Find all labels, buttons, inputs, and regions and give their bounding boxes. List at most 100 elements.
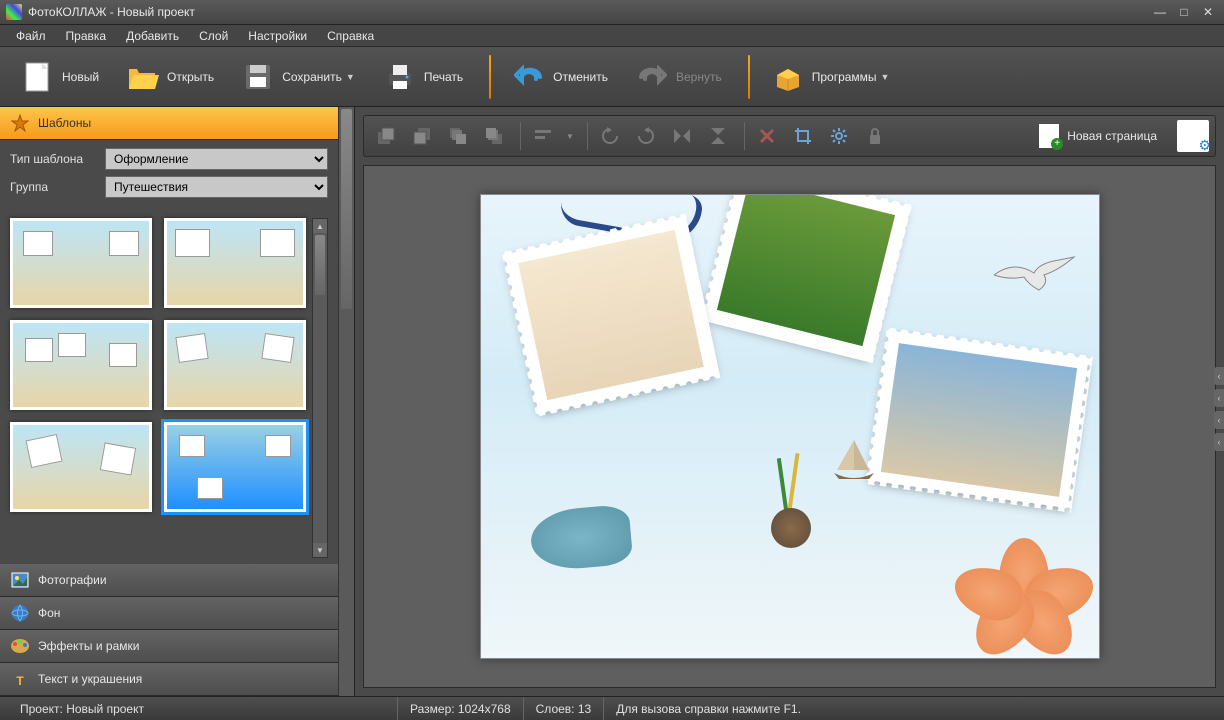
menu-layer[interactable]: Слой [191, 27, 236, 45]
template-scrollbar[interactable]: ▲ ▼ [312, 218, 328, 558]
canvas-toolbar: ▼ Новая страница [363, 115, 1216, 157]
right-side-tabs: ‹ ‹ ‹ ‹ [1214, 367, 1224, 455]
fish-clipart[interactable] [528, 504, 633, 572]
undo-button[interactable]: Отменить [501, 53, 620, 101]
menu-help[interactable]: Справка [319, 27, 382, 45]
send-back-icon[interactable] [406, 120, 438, 152]
template-thumb-selected[interactable] [164, 422, 306, 512]
coconut-clipart[interactable] [771, 508, 811, 548]
accordion-photos[interactable]: Фотографии [0, 564, 338, 597]
menu-settings[interactable]: Настройки [240, 27, 315, 45]
close-button[interactable]: ✕ [1198, 4, 1218, 20]
separator [587, 122, 588, 150]
redo-label: Вернуть [676, 70, 722, 84]
accordion-templates[interactable]: Шаблоны [0, 107, 338, 140]
rotate-right-icon[interactable] [630, 120, 662, 152]
folder-open-icon [127, 61, 159, 93]
print-icon [384, 61, 416, 93]
toolbar-separator [748, 55, 750, 99]
side-tab[interactable]: ‹ [1214, 389, 1224, 407]
photo-frame[interactable] [869, 332, 1088, 508]
menu-add[interactable]: Добавить [118, 27, 187, 45]
templates-label: Шаблоны [38, 116, 91, 130]
flip-horizontal-icon[interactable] [666, 120, 698, 152]
align-dropdown-icon[interactable]: ▼ [563, 120, 577, 152]
template-type-select[interactable]: Оформление [105, 148, 328, 170]
scrollbar-thumb[interactable] [315, 235, 325, 295]
new-page-button[interactable]: Новая страница [1029, 120, 1167, 152]
rotate-left-icon[interactable] [594, 120, 626, 152]
menubar: Файл Правка Добавить Слой Настройки Спра… [0, 25, 1224, 47]
template-thumb[interactable] [164, 320, 306, 410]
window-title: ФотоКОЛЛАЖ - Новый проект [28, 5, 1146, 19]
open-button[interactable]: Открыть [115, 53, 226, 101]
programs-dropdown-icon[interactable]: ▼ [881, 72, 891, 82]
star-icon [10, 113, 30, 133]
maximize-button[interactable]: □ [1174, 4, 1194, 20]
text-icon: T [10, 669, 30, 689]
flower-clipart[interactable] [959, 538, 1089, 648]
programs-button[interactable]: Программы ▼ [760, 53, 903, 101]
template-controls: Тип шаблона Оформление Группа Путешестви… [0, 140, 338, 212]
statusbar: Проект: Новый проект Размер: 1024x768 Сл… [0, 696, 1224, 720]
new-page-label: Новая страница [1067, 129, 1157, 143]
scrollbar-thumb[interactable] [341, 109, 352, 309]
side-tab[interactable]: ‹ [1214, 433, 1224, 451]
main-toolbar: Новый Открыть Сохранить ▼ Печать Отменит… [0, 47, 1224, 107]
panel-scrollbar[interactable] [338, 107, 354, 696]
canvas-viewport[interactable] [363, 165, 1216, 688]
delete-icon[interactable] [751, 120, 783, 152]
bring-front-icon[interactable] [370, 120, 402, 152]
photo-frame[interactable] [506, 218, 715, 412]
template-thumb[interactable] [10, 218, 152, 308]
scroll-down-icon[interactable]: ▼ [313, 543, 327, 557]
photos-icon [10, 570, 30, 590]
separator [744, 122, 745, 150]
globe-icon [10, 603, 30, 623]
print-label: Печать [424, 70, 463, 84]
titlebar: ФотоКОЛЛАЖ - Новый проект — □ ✕ [0, 0, 1224, 25]
template-thumb[interactable] [10, 320, 152, 410]
seagull-clipart[interactable] [989, 255, 1079, 295]
redo-icon [636, 61, 668, 93]
minimize-button[interactable]: — [1150, 4, 1170, 20]
photos-label: Фотографии [38, 573, 107, 587]
group-select[interactable]: Путешествия [105, 176, 328, 198]
canvas-area: ▼ Новая страница [355, 107, 1224, 696]
print-button[interactable]: Печать [372, 53, 475, 101]
scroll-up-icon[interactable]: ▲ [313, 219, 327, 233]
align-icon[interactable] [527, 120, 559, 152]
background-label: Фон [38, 606, 60, 620]
template-thumb[interactable] [10, 422, 152, 512]
menu-edit[interactable]: Правка [58, 27, 115, 45]
sailboat-clipart[interactable] [829, 435, 879, 485]
side-tab[interactable]: ‹ [1214, 367, 1224, 385]
new-button[interactable]: Новый [10, 53, 111, 101]
new-file-icon [22, 61, 54, 93]
lock-icon[interactable] [859, 120, 891, 152]
accordion-text[interactable]: T Текст и украшения [0, 663, 338, 696]
accordion-background[interactable]: Фон [0, 597, 338, 630]
undo-label: Отменить [553, 70, 608, 84]
settings-icon[interactable] [823, 120, 855, 152]
save-button[interactable]: Сохранить ▼ [230, 53, 368, 101]
side-tab[interactable]: ‹ [1214, 411, 1224, 429]
send-backward-icon[interactable] [478, 120, 510, 152]
new-page-icon [1039, 124, 1059, 148]
photo-frame[interactable] [704, 194, 906, 358]
redo-button[interactable]: Вернуть [624, 53, 734, 101]
save-icon [242, 61, 274, 93]
template-type-label: Тип шаблона [10, 152, 105, 166]
group-label: Группа [10, 180, 105, 194]
bring-forward-icon[interactable] [442, 120, 474, 152]
save-dropdown-icon[interactable]: ▼ [346, 72, 356, 82]
template-thumb[interactable] [164, 218, 306, 308]
crop-icon[interactable] [787, 120, 819, 152]
status-layers: Слоев: 13 [524, 697, 605, 720]
accordion-effects[interactable]: Эффекты и рамки [0, 630, 338, 663]
flip-vertical-icon[interactable] [702, 120, 734, 152]
page-settings-button[interactable] [1177, 120, 1209, 152]
canvas[interactable] [480, 194, 1100, 659]
menu-file[interactable]: Файл [8, 27, 54, 45]
separator [520, 122, 521, 150]
